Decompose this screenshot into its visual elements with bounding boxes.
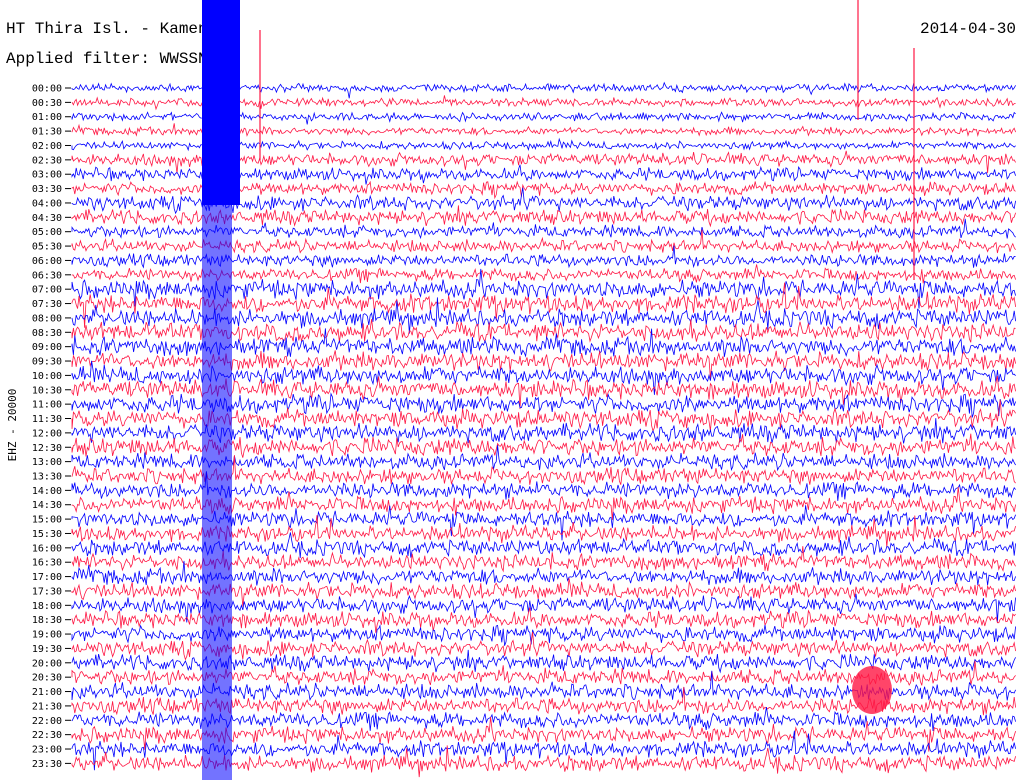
row-tick-label: 17:30 bbox=[32, 586, 62, 597]
row-tick-label: 02:30 bbox=[32, 155, 62, 166]
row-tick-label: 00:30 bbox=[32, 98, 62, 109]
row-tick-label: 03:30 bbox=[32, 184, 62, 195]
row-tick-label: 11:30 bbox=[32, 414, 62, 425]
row-tick-label: 16:00 bbox=[32, 543, 62, 554]
row-tick-label: 04:30 bbox=[32, 213, 62, 224]
row-tick-label: 12:00 bbox=[32, 428, 62, 439]
row-tick-label: 18:30 bbox=[32, 615, 62, 626]
row-tick-label: 00:00 bbox=[32, 84, 62, 95]
row-tick-label: 15:30 bbox=[32, 529, 62, 540]
row-tick-label: 16:30 bbox=[32, 558, 62, 569]
row-tick-label: 09:00 bbox=[32, 342, 62, 353]
row-tick-label: 03:00 bbox=[32, 170, 62, 181]
event-burst-tail bbox=[202, 205, 232, 780]
row-tick-label: 06:00 bbox=[32, 256, 62, 267]
row-tick-label: 06:30 bbox=[32, 270, 62, 281]
row-tick-label: 09:30 bbox=[32, 357, 62, 368]
event-burst bbox=[202, 0, 240, 205]
row-tick-label: 11:00 bbox=[32, 400, 62, 411]
row-tick-label: 04:00 bbox=[32, 198, 62, 209]
row-tick-label: 05:30 bbox=[32, 242, 62, 253]
row-tick-label: 07:00 bbox=[32, 285, 62, 296]
row-tick-label: 02:00 bbox=[32, 141, 62, 152]
row-tick-label: 08:30 bbox=[32, 328, 62, 339]
row-tick-label: 22:00 bbox=[32, 716, 62, 727]
row-tick-label: 13:00 bbox=[32, 457, 62, 468]
row-tick-label: 20:00 bbox=[32, 658, 62, 669]
row-tick-label: 21:00 bbox=[32, 687, 62, 698]
row-tick-label: 23:00 bbox=[32, 745, 62, 756]
row-tick-label: 22:30 bbox=[32, 730, 62, 741]
row-tick-label: 20:30 bbox=[32, 673, 62, 684]
row-tick-label: 05:00 bbox=[32, 227, 62, 238]
row-tick-label: 12:30 bbox=[32, 443, 62, 454]
row-tick-label: 23:30 bbox=[32, 759, 62, 770]
helicorder-figure: HT Thira Isl. - Kameni Applied filter: W… bbox=[0, 0, 1024, 780]
row-tick-label: 08:00 bbox=[32, 313, 62, 324]
helicorder-plot: EHZ - 20000 00:00 00:30 01:00 01:30 02:00 02:3… bbox=[6, 0, 1016, 780]
row-tick-label: 10:00 bbox=[32, 371, 62, 382]
row-tick-label: 13:30 bbox=[32, 471, 62, 482]
row-tick-label: 15:00 bbox=[32, 515, 62, 526]
row-tick-label: 07:30 bbox=[32, 299, 62, 310]
row-tick-label: 18:00 bbox=[32, 601, 62, 612]
row-tick-label: 01:30 bbox=[32, 127, 62, 138]
row-tick-label: 17:00 bbox=[32, 572, 62, 583]
row-tick-label: 19:30 bbox=[32, 644, 62, 655]
row-tick-label: 19:00 bbox=[32, 630, 62, 641]
y-axis-label: EHZ - 20000 bbox=[6, 389, 19, 462]
row-tick-label: 14:30 bbox=[32, 500, 62, 511]
row-tick-label: 14:00 bbox=[32, 486, 62, 497]
row-tick-label: 01:00 bbox=[32, 112, 62, 123]
row-tick-label: 21:30 bbox=[32, 701, 62, 712]
row-tick-label: 10:30 bbox=[32, 385, 62, 396]
event-blob bbox=[852, 666, 892, 714]
